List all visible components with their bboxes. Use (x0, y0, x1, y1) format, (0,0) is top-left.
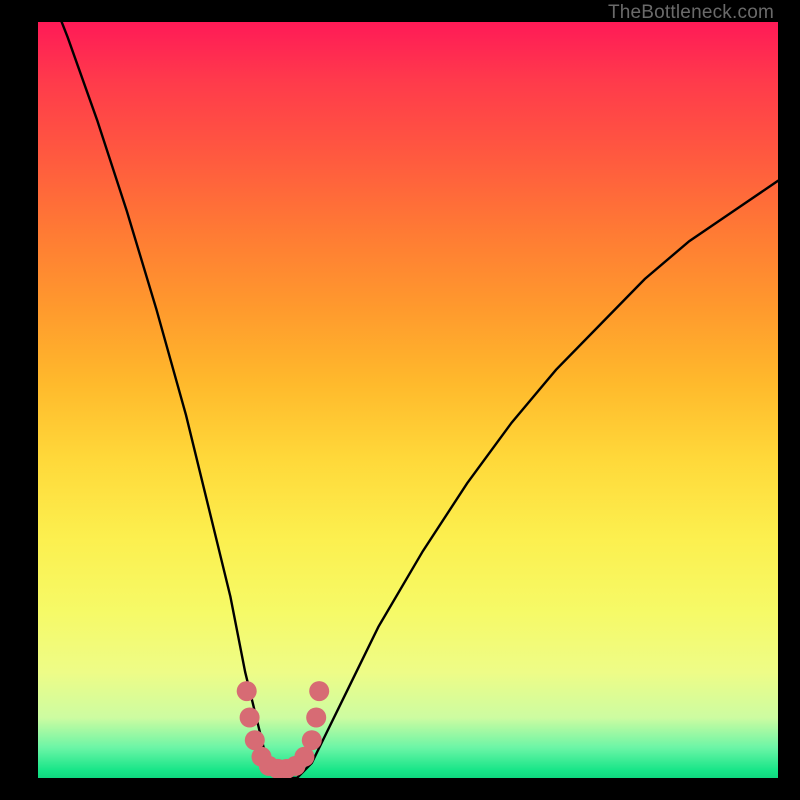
plot-area (38, 22, 778, 778)
valley-dot (309, 681, 329, 701)
bottleneck-curve (38, 22, 778, 778)
valley-dot (240, 708, 260, 728)
watermark-text: TheBottleneck.com (608, 2, 774, 24)
valley-dot (306, 708, 326, 728)
chart-frame: TheBottleneck.com (0, 0, 800, 800)
valley-dot (302, 730, 322, 750)
valley-dot (237, 681, 257, 701)
valley-marker (237, 681, 330, 778)
curve-svg (38, 22, 778, 778)
